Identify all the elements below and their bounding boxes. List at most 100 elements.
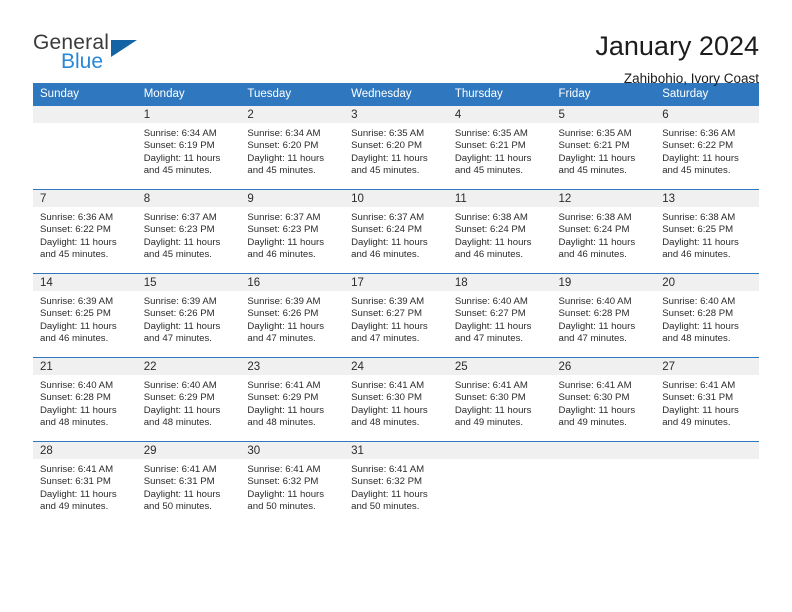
- calendar-day-cell[interactable]: 22 Sunrise: 6:40 AM Sunset: 6:29 PM Dayligh…: [136, 357, 241, 442]
- daylight-duration-line1: Daylight: 11 hours: [40, 488, 117, 500]
- daylight-duration-line1: Daylight: 11 hours: [40, 320, 117, 332]
- daylight-duration-line1: Daylight: 11 hours: [143, 404, 221, 416]
- sunrise-time: Sunrise: 6:37 AM: [351, 212, 425, 223]
- calendar-week-row: 1 Sunrise: 6:34 AM Sunset: 6:19 PM Daylight…: [33, 106, 759, 190]
- calendar-day-cell[interactable]: 18 Sunrise: 6:40 AM Sunset: 6:27 PM Dayligh…: [447, 273, 552, 358]
- calendar-day-cell[interactable]: 7 Sunrise: 6:36 AM Sunset: 6:22 PM Daylight…: [33, 189, 137, 274]
- calendar-day-cell[interactable]: 5 Sunrise: 6:35 AM Sunset: 6:21 PM Daylight…: [551, 106, 656, 190]
- day-number: 19: [551, 274, 656, 291]
- daylight-duration-line2: and 45 minutes.: [662, 165, 731, 177]
- calendar-day-cell[interactable]: 9 Sunrise: 6:37 AM Sunset: 6:23 PM Daylight…: [240, 189, 345, 274]
- daylight-duration-line1: Daylight: 11 hours: [558, 236, 636, 248]
- day-number: 14: [33, 274, 137, 291]
- calendar-day-cell[interactable]: 2 Sunrise: 6:34 AM Sunset: 6:20 PM Daylight…: [240, 106, 345, 190]
- day-details: Sunrise: 6:36 AM Sunset: 6:22 PM Daylight:…: [33, 207, 137, 273]
- day-details: Sunrise: 6:41 AM Sunset: 6:32 PM Daylight:…: [240, 459, 344, 525]
- calendar-day-cell[interactable]: 8 Sunrise: 6:37 AM Sunset: 6:23 PM Daylight…: [136, 189, 241, 274]
- daylight-duration-line2: and 49 minutes.: [558, 417, 627, 429]
- day-details: [655, 459, 759, 525]
- sunrise-time: Sunrise: 6:41 AM: [558, 380, 632, 391]
- calendar-day-cell[interactable]: 13 Sunrise: 6:38 AM Sunset: 6:25 PM Dayligh…: [655, 189, 759, 274]
- calendar-day-cell[interactable]: 21 Sunrise: 6:40 AM Sunset: 6:28 PM Dayligh…: [33, 357, 137, 442]
- page-title: January 2024: [595, 31, 759, 61]
- daylight-duration-line2: and 45 minutes.: [351, 165, 420, 177]
- calendar-day-cell[interactable]: 27 Sunrise: 6:41 AM Sunset: 6:31 PM Dayligh…: [655, 357, 759, 442]
- sunset-time: Sunset: 6:31 PM: [143, 476, 215, 488]
- day-details: Sunrise: 6:38 AM Sunset: 6:24 PM Daylight:…: [448, 207, 552, 273]
- day-number: 25: [447, 358, 552, 375]
- day-details: Sunrise: 6:39 AM Sunset: 6:26 PM Daylight:…: [240, 291, 344, 357]
- sunset-time: Sunset: 6:30 PM: [351, 392, 423, 404]
- day-details: Sunrise: 6:37 AM Sunset: 6:23 PM Daylight:…: [240, 207, 344, 273]
- calendar-day-cell[interactable]: 24 Sunrise: 6:41 AM Sunset: 6:30 PM Dayligh…: [344, 357, 448, 442]
- calendar-day-cell[interactable]: 31 Sunrise: 6:41 AM Sunset: 6:32 PM Dayligh…: [344, 441, 448, 525]
- calendar-day-cell[interactable]: 30 Sunrise: 6:41 AM Sunset: 6:32 PM Dayligh…: [240, 441, 345, 525]
- sunset-time: Sunset: 6:21 PM: [558, 140, 630, 152]
- sunset-time: Sunset: 6:21 PM: [454, 140, 526, 152]
- daylight-duration-line2: and 45 minutes.: [40, 249, 109, 261]
- sunrise-time: Sunrise: 6:41 AM: [351, 464, 425, 475]
- sunset-time: Sunset: 6:31 PM: [40, 476, 111, 488]
- daylight-duration-line1: Daylight: 11 hours: [143, 488, 221, 500]
- day-details: Sunrise: 6:34 AM Sunset: 6:19 PM Daylight:…: [137, 123, 241, 189]
- weekday-header-friday: Friday: [551, 83, 656, 106]
- sunset-time: Sunset: 6:24 PM: [351, 224, 423, 236]
- sunset-time: Sunset: 6:23 PM: [143, 224, 215, 236]
- weekday-header-thursday: Thursday: [447, 83, 552, 106]
- day-details: [448, 459, 552, 525]
- day-number: 4: [447, 106, 552, 123]
- weekday-header-wednesday: Wednesday: [344, 83, 448, 106]
- daylight-duration-line2: and 47 minutes.: [351, 333, 420, 345]
- daylight-duration-line2: and 46 minutes.: [454, 249, 524, 261]
- day-number: 3: [344, 106, 448, 123]
- day-number: [447, 442, 552, 459]
- daylight-duration-line1: Daylight: 11 hours: [247, 320, 325, 332]
- daylight-duration-line2: and 45 minutes.: [247, 165, 316, 177]
- calendar-day-cell[interactable]: 16 Sunrise: 6:39 AM Sunset: 6:26 PM Dayligh…: [240, 273, 345, 358]
- calendar-day-cell[interactable]: 20 Sunrise: 6:40 AM Sunset: 6:28 PM Dayligh…: [655, 273, 759, 358]
- calendar-day-cell[interactable]: 10 Sunrise: 6:37 AM Sunset: 6:24 PM Dayligh…: [344, 189, 448, 274]
- sunrise-time: Sunrise: 6:40 AM: [662, 296, 736, 307]
- calendar-day-cell[interactable]: 25 Sunrise: 6:41 AM Sunset: 6:30 PM Dayligh…: [447, 357, 552, 442]
- daylight-duration-line1: Daylight: 11 hours: [558, 404, 636, 416]
- calendar-day-cell[interactable]: 23 Sunrise: 6:41 AM Sunset: 6:29 PM Dayligh…: [240, 357, 345, 442]
- sunrise-time: Sunrise: 6:40 AM: [40, 380, 114, 391]
- sunrise-time: Sunrise: 6:36 AM: [662, 128, 736, 139]
- calendar-day-cell[interactable]: 14 Sunrise: 6:39 AM Sunset: 6:25 PM Dayligh…: [33, 273, 137, 358]
- calendar-day-cell[interactable]: 12 Sunrise: 6:38 AM Sunset: 6:24 PM Dayligh…: [551, 189, 656, 274]
- calendar-day-cell[interactable]: 1 Sunrise: 6:34 AM Sunset: 6:19 PM Daylight…: [136, 106, 241, 190]
- day-details: Sunrise: 6:38 AM Sunset: 6:24 PM Daylight:…: [552, 207, 656, 273]
- day-number: 12: [551, 190, 656, 207]
- calendar-day-cell[interactable]: 6 Sunrise: 6:36 AM Sunset: 6:22 PM Daylight…: [655, 106, 759, 190]
- daylight-duration-line2: and 47 minutes.: [454, 333, 524, 345]
- calendar-day-cell[interactable]: 3 Sunrise: 6:35 AM Sunset: 6:20 PM Daylight…: [344, 106, 448, 190]
- daylight-duration-line1: Daylight: 11 hours: [662, 404, 739, 416]
- sunset-time: Sunset: 6:28 PM: [558, 308, 630, 320]
- weekday-header-saturday: Saturday: [655, 83, 759, 106]
- calendar-day-cell[interactable]: 17 Sunrise: 6:39 AM Sunset: 6:27 PM Dayligh…: [344, 273, 448, 358]
- calendar-day-cell[interactable]: 4 Sunrise: 6:35 AM Sunset: 6:21 PM Daylight…: [447, 106, 552, 190]
- daylight-duration-line2: and 47 minutes.: [247, 333, 316, 345]
- day-number: 26: [551, 358, 656, 375]
- calendar-day-cell[interactable]: 26 Sunrise: 6:41 AM Sunset: 6:30 PM Dayligh…: [551, 357, 656, 442]
- sunrise-time: Sunrise: 6:41 AM: [247, 380, 321, 391]
- daylight-duration-line2: and 50 minutes.: [247, 501, 316, 513]
- weekday-header-monday: Monday: [136, 83, 241, 106]
- weekday-header-sunday: Sunday: [33, 83, 137, 106]
- day-details: Sunrise: 6:41 AM Sunset: 6:30 PM Daylight:…: [344, 375, 448, 441]
- calendar-day-cell[interactable]: 28 Sunrise: 6:41 AM Sunset: 6:31 PM Dayligh…: [33, 441, 137, 525]
- daylight-duration-line2: and 48 minutes.: [143, 417, 212, 429]
- sunset-time: Sunset: 6:30 PM: [454, 392, 526, 404]
- general-blue-logo[interactable]: General Blue: [33, 32, 145, 80]
- sunrise-time: Sunrise: 6:35 AM: [351, 128, 425, 139]
- calendar-day-cell[interactable]: 15 Sunrise: 6:39 AM Sunset: 6:26 PM Dayligh…: [136, 273, 241, 358]
- day-number: 13: [655, 190, 759, 207]
- daylight-duration-line1: Daylight: 11 hours: [143, 152, 221, 164]
- calendar-day-cell[interactable]: 11 Sunrise: 6:38 AM Sunset: 6:24 PM Dayligh…: [447, 189, 552, 274]
- daylight-duration-line1: Daylight: 11 hours: [351, 320, 428, 332]
- sunrise-time: Sunrise: 6:39 AM: [40, 296, 114, 307]
- calendar-day-cell[interactable]: 29 Sunrise: 6:41 AM Sunset: 6:31 PM Dayligh…: [136, 441, 241, 525]
- calendar-page: General Blue January 2024 Zahibohio, Ivo…: [0, 0, 792, 612]
- calendar-day-cell[interactable]: 19 Sunrise: 6:40 AM Sunset: 6:28 PM Dayligh…: [551, 273, 656, 358]
- sunrise-time: Sunrise: 6:38 AM: [662, 212, 736, 223]
